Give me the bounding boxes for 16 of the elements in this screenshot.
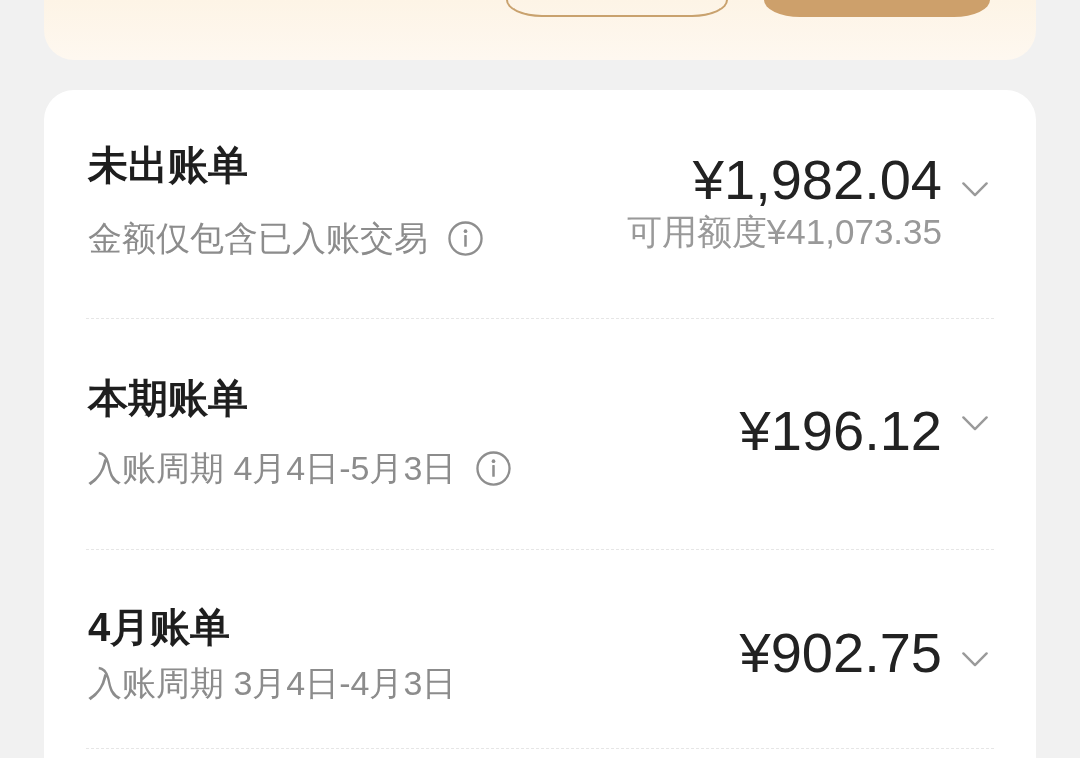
bill-amount: ¥1,982.04 (692, 147, 942, 212)
bill-subtitle: 金额仅包含已入账交易 (88, 218, 428, 258)
bill-amount: ¥196.12 (739, 399, 942, 463)
info-icon[interactable] (476, 450, 512, 486)
chevron-icon[interactable] (962, 415, 988, 431)
bill-amount: ¥902.75 (739, 621, 942, 685)
available-credit: 可用额度¥41,073.35 (626, 211, 942, 252)
chevron-icon[interactable] (962, 651, 988, 667)
bill-title: 未出账单 (88, 142, 248, 189)
bill-subtitle: 入账周期 3月4日-4月3日 (88, 663, 457, 703)
bill-title: 4月账单 (88, 604, 231, 651)
info-icon[interactable] (448, 220, 483, 256)
bill-title: 本期账单 (88, 375, 248, 422)
chevron-icon[interactable] (962, 182, 988, 197)
bill-subtitle: 入账周期 4月4日-5月3日 (88, 448, 457, 488)
outlined-button[interactable] (506, 0, 728, 17)
